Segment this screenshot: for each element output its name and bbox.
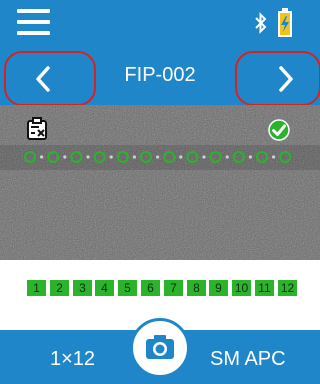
port-indicator[interactable]: 12 [278, 280, 297, 296]
fiber-gap-dot [63, 155, 67, 159]
port-indicator[interactable]: 1 [27, 280, 46, 296]
top-bar [0, 0, 320, 47]
fiber-core-marker [24, 151, 36, 163]
fiber-core-marker [163, 151, 176, 163]
fiber-gap-dot [248, 155, 252, 159]
port-indicator[interactable]: 8 [187, 280, 206, 296]
pass-check-icon [268, 119, 290, 141]
port-indicator[interactable]: 4 [95, 280, 114, 296]
fiber-core-marker [140, 151, 152, 163]
port-indicator[interactable]: 3 [73, 280, 92, 296]
fiber-gap-dot [272, 155, 276, 159]
connector-count-label[interactable]: 1×12 [50, 348, 95, 371]
fiber-gap-dot [156, 155, 160, 159]
fiber-type-label[interactable]: SM APC [210, 348, 286, 371]
fiber-core-markers [24, 151, 292, 163]
port-indicator[interactable]: 10 [232, 280, 251, 296]
bluetooth-icon [255, 12, 267, 34]
port-indicator[interactable]: 9 [209, 280, 228, 296]
fiber-gap-dot [109, 155, 113, 159]
hamburger-menu-icon[interactable] [17, 9, 50, 37]
fiber-core-marker [116, 151, 129, 163]
fiber-gap-dot [202, 155, 206, 159]
fiber-core-marker [47, 151, 60, 163]
fiber-core-marker [279, 151, 292, 163]
fiber-gap-dot [86, 155, 90, 159]
fiber-core-marker [232, 151, 245, 163]
fiber-nav-bar: FIP-002 [0, 47, 320, 106]
port-indicator[interactable]: 7 [164, 280, 183, 296]
port-indicator[interactable]: 5 [118, 280, 137, 296]
port-indicator[interactable]: 2 [50, 280, 69, 296]
next-fiber-button[interactable] [235, 51, 320, 106]
port-indicator[interactable]: 11 [255, 280, 274, 296]
fiber-core-marker [256, 151, 268, 163]
fiber-core-marker [70, 151, 83, 163]
capture-button[interactable] [130, 318, 190, 378]
fiber-core-marker [93, 151, 106, 163]
fiber-gap-dot [225, 155, 229, 159]
battery-charging-icon [278, 8, 292, 37]
fiber-core-marker [186, 151, 199, 163]
fiber-gap-dot [40, 155, 44, 159]
fiber-core-marker [209, 151, 222, 163]
port-indicator-row: 1 2 3 4 5 6 7 8 9 10 11 12 [0, 260, 320, 300]
report-clipboard-icon[interactable] [25, 117, 49, 141]
camera-icon [146, 335, 174, 359]
port-indicator[interactable]: 6 [141, 280, 160, 296]
fiber-gap-dot [179, 155, 183, 159]
chevron-right-icon [279, 66, 293, 92]
fiber-gap-dot [132, 155, 136, 159]
